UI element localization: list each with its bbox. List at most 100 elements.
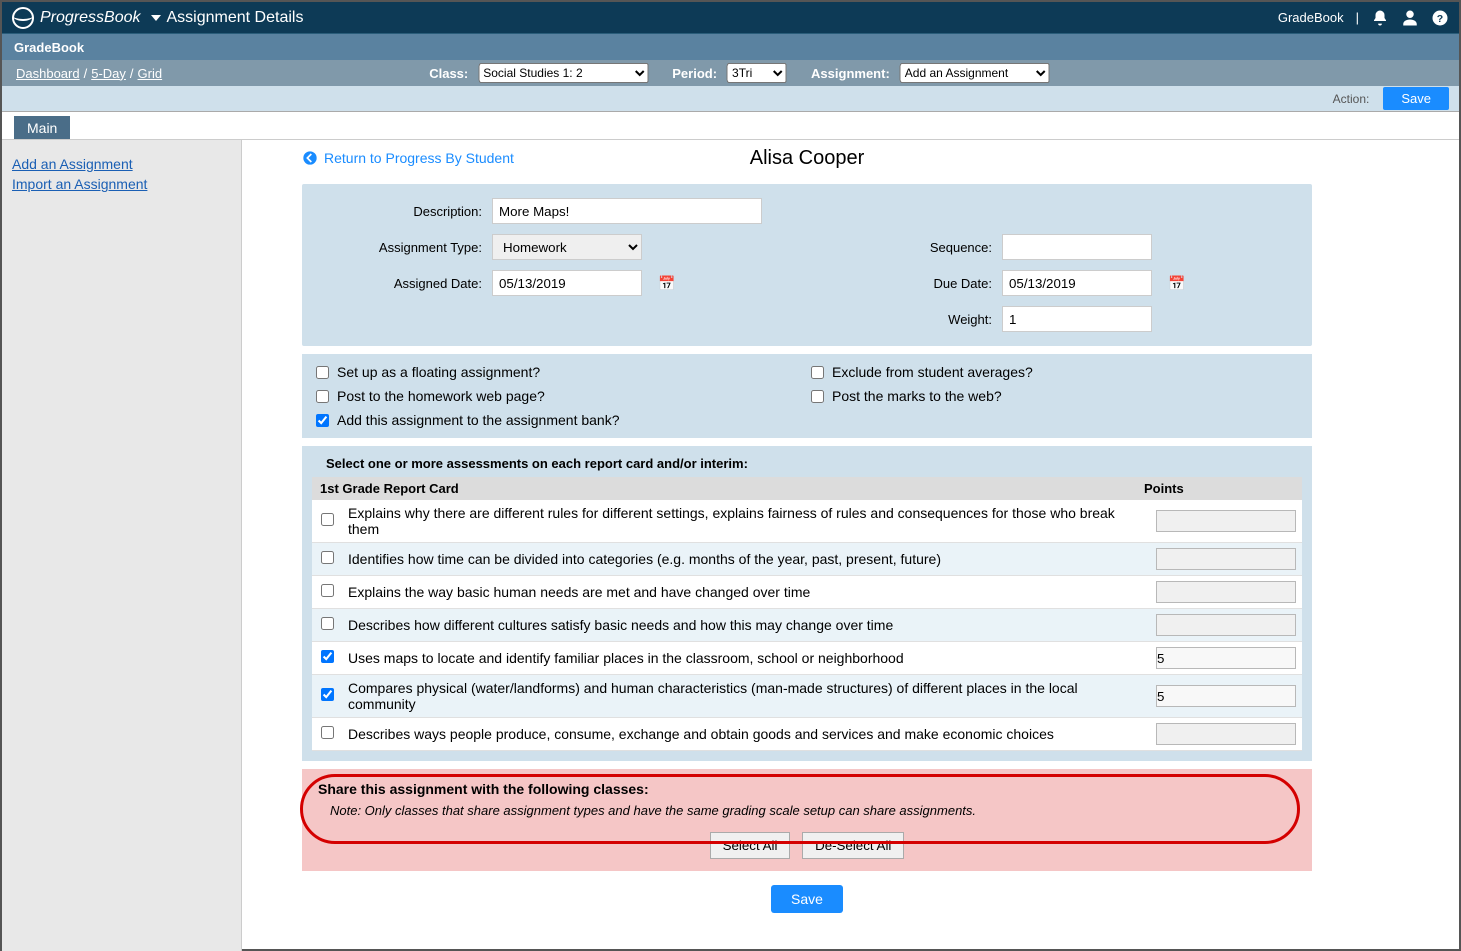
action-label: Action:: [1333, 92, 1370, 106]
content-inner: Return to Progress By Student Alisa Coop…: [302, 150, 1312, 913]
sequence-label: Sequence:: [832, 240, 992, 255]
weight-label: Weight:: [832, 312, 992, 327]
assess-row: Explains why there are different rules f…: [312, 500, 1302, 543]
assess-checkbox[interactable]: [321, 584, 334, 597]
pipe: |: [1356, 10, 1359, 25]
assess-text: Compares physical (water/landforms) and …: [342, 675, 1150, 718]
logo-text: ProgressBook: [40, 9, 141, 27]
return-link[interactable]: Return to Progress By Student: [302, 150, 514, 166]
add-bank-checkbox[interactable]: [316, 414, 329, 427]
add-bank-label: Add this assignment to the assignment ba…: [337, 412, 620, 428]
sidebar-import-assignment[interactable]: Import an Assignment: [12, 176, 231, 192]
assess-row: Describes ways people produce, consume, …: [312, 718, 1302, 751]
assigned-date-input[interactable]: [492, 270, 642, 296]
description-input[interactable]: [492, 198, 762, 224]
assess-checkbox[interactable]: [321, 513, 334, 526]
floating-label: Set up as a floating assignment?: [337, 364, 540, 380]
assess-table: Explains why there are different rules f…: [312, 500, 1302, 751]
points-input[interactable]: [1156, 581, 1296, 603]
period-select[interactable]: 3Tri: [727, 63, 787, 83]
deselect-all-button[interactable]: De-Select All: [802, 832, 904, 859]
assess-select-label: Select one or more assessments on each r…: [312, 456, 1302, 477]
post-hw-label: Post to the homework web page?: [337, 388, 545, 404]
assess-text: Explains the way basic human needs are m…: [342, 576, 1150, 609]
select-all-button[interactable]: Select All: [710, 832, 791, 859]
points-col-label: Points: [1144, 481, 1294, 496]
class-label: Class:: [429, 66, 468, 81]
sidebar-add-assignment[interactable]: Add an Assignment: [12, 156, 231, 172]
assess-text: Describes ways people produce, consume, …: [342, 718, 1150, 751]
page-title: Assignment Details: [151, 9, 304, 27]
return-link-text: Return to Progress By Student: [324, 150, 514, 166]
type-label: Assignment Type:: [322, 240, 482, 255]
body-wrap: Add an Assignment Import an Assignment R…: [2, 140, 1459, 951]
caret-down-icon[interactable]: [151, 15, 161, 21]
share-title: Share this assignment with the following…: [318, 781, 1296, 797]
post-hw-checkbox[interactable]: [316, 390, 329, 403]
points-input[interactable]: [1156, 685, 1296, 707]
action-bar: Action: Save: [2, 86, 1459, 112]
floating-checkbox[interactable]: [316, 366, 329, 379]
tabs-row: Main: [2, 116, 1459, 140]
assess-text: Explains why there are different rules f…: [342, 500, 1150, 543]
page-title-text: Assignment Details: [167, 9, 304, 27]
assess-header: 1st Grade Report Card Points: [312, 477, 1302, 500]
points-input[interactable]: [1156, 548, 1296, 570]
breadcrumb-sep: /: [84, 66, 88, 81]
tab-main[interactable]: Main: [14, 116, 70, 139]
breadcrumb-5day[interactable]: 5-Day: [91, 66, 126, 81]
assess-checkbox[interactable]: [321, 726, 334, 739]
subheader-label[interactable]: GradeBook: [14, 40, 84, 55]
due-date-label: Due Date:: [832, 276, 992, 291]
post-marks-label: Post the marks to the web?: [832, 388, 1002, 404]
top-bar: ProgressBook Assignment Details GradeBoo…: [2, 2, 1459, 34]
points-input[interactable]: [1156, 510, 1296, 532]
svg-text:?: ?: [1437, 12, 1443, 24]
class-select[interactable]: Social Studies 1: 2: [478, 63, 648, 83]
post-marks-checkbox[interactable]: [811, 390, 824, 403]
assignment-select[interactable]: Add an Assignment: [900, 63, 1050, 83]
points-input[interactable]: [1156, 647, 1296, 669]
assess-text: Describes how different cultures satisfy…: [342, 609, 1150, 642]
arrow-left-icon: [302, 150, 318, 166]
period-label: Period:: [672, 66, 717, 81]
calendar-icon[interactable]: 📅: [1168, 275, 1185, 292]
user-icon[interactable]: [1401, 9, 1419, 27]
sidebar: Add an Assignment Import an Assignment: [2, 140, 242, 951]
assess-row: Identifies how time can be divided into …: [312, 543, 1302, 576]
points-input[interactable]: [1156, 614, 1296, 636]
assess-row: Compares physical (water/landforms) and …: [312, 675, 1302, 718]
breadcrumb-bar: Dashboard / 5-Day / Grid Class: Social S…: [2, 60, 1459, 86]
points-input[interactable]: [1156, 723, 1296, 745]
type-select[interactable]: Homework: [492, 234, 642, 260]
calendar-icon[interactable]: 📅: [658, 275, 675, 292]
assess-checkbox[interactable]: [321, 650, 334, 663]
assess-checkbox[interactable]: [321, 617, 334, 630]
options-panel: Set up as a floating assignment? Exclude…: [302, 354, 1312, 438]
save-button-top[interactable]: Save: [1383, 87, 1449, 110]
breadcrumb-dashboard[interactable]: Dashboard: [16, 66, 80, 81]
logo[interactable]: ProgressBook: [12, 7, 141, 29]
card-title: 1st Grade Report Card: [320, 481, 459, 496]
bell-icon[interactable]: [1371, 9, 1389, 27]
due-date-input[interactable]: [1002, 270, 1152, 296]
selector-group: Class: Social Studies 1: 2 Period: 3Tri …: [411, 63, 1050, 83]
breadcrumb-sep: /: [130, 66, 134, 81]
assigned-date-label: Assigned Date:: [322, 276, 482, 291]
assess-checkbox[interactable]: [321, 551, 334, 564]
share-panel: Share this assignment with the following…: [302, 769, 1312, 871]
breadcrumb-grid[interactable]: Grid: [138, 66, 163, 81]
assess-row: Describes how different cultures satisfy…: [312, 609, 1302, 642]
content: Return to Progress By Student Alisa Coop…: [242, 140, 1459, 951]
sequence-input[interactable]: [1002, 234, 1152, 260]
exclude-checkbox[interactable]: [811, 366, 824, 379]
assess-checkbox[interactable]: [321, 688, 334, 701]
save-button-bottom[interactable]: Save: [771, 885, 843, 913]
help-icon[interactable]: ?: [1431, 9, 1449, 27]
assess-row: Uses maps to locate and identify familia…: [312, 642, 1302, 675]
gradebook-link[interactable]: GradeBook: [1278, 10, 1344, 25]
share-note: Note: Only classes that share assignment…: [330, 803, 1296, 818]
sub-header: GradeBook: [2, 34, 1459, 60]
weight-input[interactable]: [1002, 306, 1152, 332]
assessment-panel: Select one or more assessments on each r…: [302, 446, 1312, 761]
